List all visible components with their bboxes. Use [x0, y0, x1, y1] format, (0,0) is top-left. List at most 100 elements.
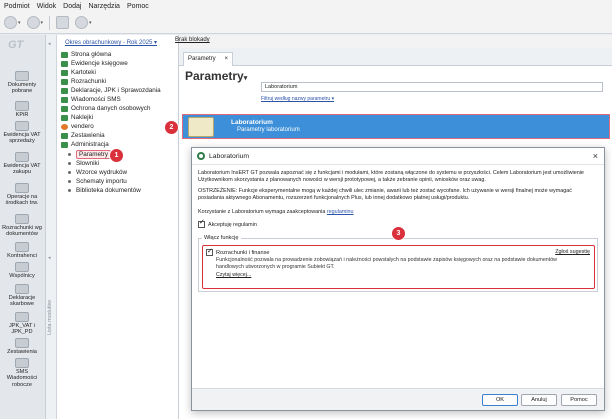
folder-icon — [61, 141, 68, 148]
module-rozrachunki[interactable]: Rozrachunki wg dokumentów — [0, 214, 44, 238]
gear-icon — [197, 152, 205, 160]
module-wspolnicy[interactable]: Wspólnicy — [0, 262, 44, 279]
cancel-button[interactable]: Anuluj — [521, 394, 557, 406]
back-button[interactable]: ▾ — [4, 16, 21, 29]
settlements-icon — [15, 214, 29, 224]
function-description: Funkcjonalność pozwala na prowadzenie zo… — [216, 257, 557, 270]
navigation-tree: Okres obrachunkowy - Rok 2025 ▾ Strona g… — [57, 35, 179, 419]
bullet-icon — [68, 180, 71, 183]
back-icon — [4, 16, 17, 29]
tree-subitem-schematy[interactable]: Schematy importu — [68, 178, 127, 185]
vat-sales-icon — [15, 121, 29, 131]
gear-icon — [56, 16, 70, 29]
tree-item-administracja[interactable]: Administracja — [61, 141, 109, 148]
menu-narzedzia[interactable]: Narzędzia — [88, 3, 120, 10]
tree-subitem-wzorce[interactable]: Wzorce wydruków — [68, 169, 127, 176]
checkbox-checked-icon[interactable] — [198, 219, 205, 228]
tree-item-kartoteki[interactable]: Kartoteki — [61, 69, 96, 76]
filter-link[interactable]: Filtruj według nazwy parametru ▾ — [261, 96, 334, 102]
module-jpk[interactable]: JPK_VAT i JPK_PD — [0, 312, 44, 336]
menu-podmiot[interactable]: Podmiot — [4, 3, 30, 10]
header-bar: Brak blokady — [175, 35, 612, 48]
page-title[interactable]: Parametry▾ — [185, 69, 247, 83]
reports-icon — [15, 338, 29, 348]
step-badge-3: 3 — [391, 226, 406, 241]
tab-bar: Parametry × — [179, 48, 612, 66]
menu-dodaj[interactable]: Dodaj — [63, 3, 81, 10]
module-list-toggle[interactable]: ◂ ◂ Lista modułów — [46, 35, 57, 419]
home-icon — [61, 51, 68, 58]
step-badge-2: 2 — [164, 120, 179, 135]
module-kpir[interactable]: KPiR — [0, 101, 44, 118]
folder-icon — [61, 105, 68, 112]
tree-item-strona-glowna[interactable]: Strona główna — [61, 51, 111, 58]
report-suggestion-link[interactable]: Zgłoś sugestię — [555, 249, 590, 255]
menu-pomoc[interactable]: Pomoc — [127, 3, 149, 10]
tree-item-zestawienia[interactable]: Zestawienia — [61, 132, 105, 139]
module-vat-sprzedazy[interactable]: Ewidencja VAT sprzedaży — [0, 121, 44, 145]
tab-parametry[interactable]: Parametry × — [183, 52, 233, 66]
folder-icon — [61, 78, 68, 85]
tree-item-naklejki[interactable]: Naklejki — [61, 114, 93, 121]
function-checkbox[interactable]: Rozrachunki i finanse — [206, 247, 269, 256]
partners-icon — [15, 262, 29, 272]
logo-icon: GT — [8, 39, 24, 51]
tree-subitem-biblioteka[interactable]: Biblioteka dokumentów — [68, 187, 141, 194]
tree-item-ochrona-danych[interactable]: Ochrona danych osobowych — [61, 105, 150, 112]
folder-icon — [61, 96, 68, 103]
dialog-footer: OK Anuluj Pomoc — [192, 388, 604, 410]
parameter-row-laboratorium[interactable]: Laboratorium Parametry laboratorium — [182, 114, 610, 139]
toolbar: ▾ ▾ ▾ — [0, 12, 612, 34]
folder-icon — [61, 132, 68, 139]
read-more-link[interactable]: Czytaj więcej... — [216, 272, 251, 278]
chevron-left-icon[interactable]: ◂ — [48, 41, 51, 47]
tree-item-sms[interactable]: Wiadomości SMS — [61, 96, 121, 103]
sms-icon — [15, 358, 29, 368]
ok-button[interactable]: OK — [482, 394, 518, 406]
module-srodki-trwale[interactable]: Operacje na środkach trw. — [0, 183, 44, 207]
function-rozrachunki: Rozrachunki i finanse Zgłoś sugestię Fun… — [202, 245, 595, 289]
bullet-icon — [68, 171, 71, 174]
folder-icon — [61, 87, 68, 94]
module-deklaracje[interactable]: Deklaracje skarbowe — [0, 284, 44, 308]
module-bar: GT Dokumenty pobrane KPiR Ewidencja VAT … — [0, 35, 46, 419]
bullet-icon — [68, 189, 71, 192]
parameter-description: Parametry laboratorium — [237, 127, 300, 133]
fixed-assets-icon — [15, 183, 29, 193]
tree-item-rozrachunki[interactable]: Rozrachunki — [61, 78, 106, 85]
settings-button[interactable] — [56, 16, 70, 29]
contractors-icon — [15, 242, 29, 252]
module-kontrahenci[interactable]: Kontrahenci — [0, 242, 44, 259]
tree-item-vendero[interactable]: vendero — [61, 123, 94, 130]
chevron-down-icon: ▾ — [243, 75, 248, 82]
lock-status-link[interactable]: Brak blokady — [175, 37, 210, 43]
tree-item-ewidencje[interactable]: Ewidencje księgowe — [61, 60, 128, 67]
dialog-title: Laboratorium — [209, 152, 250, 160]
period-link[interactable]: Okres obrachunkowy - Rok 2025 ▾ — [65, 39, 157, 46]
terms-link[interactable]: regulaminu — [327, 209, 354, 215]
module-zestawienia[interactable]: Zestawienia — [0, 338, 44, 355]
tree-subitem-slowniki[interactable]: Słowniki — [68, 160, 99, 167]
help-icon — [75, 16, 89, 29]
module-dokumenty-pobrane[interactable]: Dokumenty pobrane — [0, 71, 44, 95]
help-button[interactable]: Pomoc — [561, 394, 597, 406]
menu-widok[interactable]: Widok — [37, 3, 56, 10]
help-button[interactable]: ▾ — [75, 16, 92, 29]
toolbar-divider — [49, 15, 51, 30]
module-vat-zakupu[interactable]: Ewidencja VAT zakupu — [0, 152, 44, 176]
module-sms[interactable]: SMS Wiadomości robocze — [0, 358, 44, 388]
close-icon[interactable]: × — [224, 56, 228, 63]
bullet-icon — [68, 153, 71, 156]
jpk-icon — [15, 312, 29, 322]
checkbox-checked-icon[interactable] — [206, 247, 213, 256]
close-icon[interactable]: × — [593, 151, 598, 161]
forward-button[interactable]: ▾ — [26, 16, 43, 29]
module-list-label: Lista modułów — [47, 299, 53, 335]
chevron-left-icon[interactable]: ◂ — [48, 255, 51, 261]
ledger-icon — [61, 60, 68, 67]
search-input[interactable]: Laboratorium — [261, 82, 603, 92]
step-badge-1: 1 — [109, 148, 124, 163]
tree-item-deklaracje[interactable]: Deklaracje, JPK i Sprawozdania — [61, 87, 161, 94]
dialog-terms-text: Korzystanie z Laboratorium wymaga zaakce… — [198, 209, 354, 215]
tree-subitem-parametry[interactable]: Parametry — [68, 150, 112, 159]
